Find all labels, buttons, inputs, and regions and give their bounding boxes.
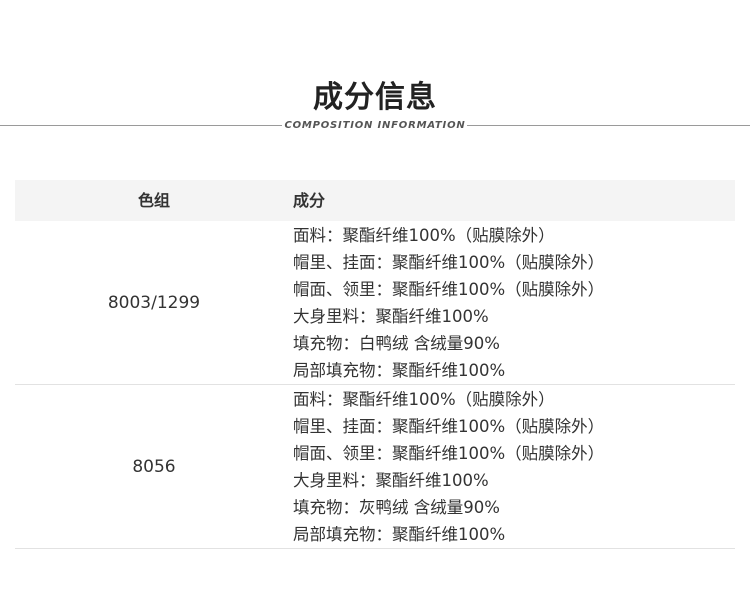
page-subtitle: COMPOSITION INFORMATION (284, 120, 466, 131)
composition-line: 局部填充物：聚酯纤维100% (293, 525, 506, 544)
composition-line: 大身里料：聚酯纤维100% (293, 307, 489, 326)
composition-line: 帽里、挂面：聚酯纤维100%（贴膜除外） (293, 253, 605, 272)
composition-line: 面料：聚酯纤维100%（贴膜除外） (293, 226, 555, 245)
subtitle-row: COMPOSITION INFORMATION (0, 118, 750, 134)
composition-line: 帽面、领里：聚酯纤维100%（贴膜除外） (293, 280, 605, 299)
header-color-group: 色组 (137, 191, 170, 210)
page-title: 成分信息 (313, 80, 437, 115)
divider-right (467, 125, 750, 126)
composition-line: 填充物：灰鸭绒 含绒量90% (293, 498, 500, 517)
composition-line: 面料：聚酯纤维100%（贴膜除外） (293, 390, 555, 409)
composition-line: 填充物：白鸭绒 含绒量90% (293, 334, 500, 353)
composition-line: 帽里、挂面：聚酯纤维100%（贴膜除外） (293, 417, 605, 436)
composition-table: 色组 成分 8003/1299 面料：聚酯纤维100%（贴膜除外） 帽里、挂面：… (15, 180, 735, 549)
color-group-cell: 8003/1299 (107, 292, 201, 313)
table-row: 8056 面料：聚酯纤维100%（贴膜除外） 帽里、挂面：聚酯纤维100%（贴膜… (15, 385, 735, 549)
table-row: 8003/1299 面料：聚酯纤维100%（贴膜除外） 帽里、挂面：聚酯纤维10… (15, 221, 735, 385)
composition-cell: 面料：聚酯纤维100%（贴膜除外） 帽里、挂面：聚酯纤维100%（贴膜除外） 帽… (293, 222, 733, 384)
composition-line: 帽面、领里：聚酯纤维100%（贴膜除外） (293, 444, 605, 463)
table-header: 色组 成分 (15, 180, 735, 221)
color-group-cell: 8056 (132, 456, 176, 477)
composition-cell: 面料：聚酯纤维100%（贴膜除外） 帽里、挂面：聚酯纤维100%（贴膜除外） 帽… (293, 386, 733, 548)
header-composition: 成分 (293, 191, 326, 210)
composition-line: 大身里料：聚酯纤维100% (293, 471, 489, 490)
divider-left (0, 125, 282, 126)
composition-line: 局部填充物：聚酯纤维100% (293, 361, 506, 380)
